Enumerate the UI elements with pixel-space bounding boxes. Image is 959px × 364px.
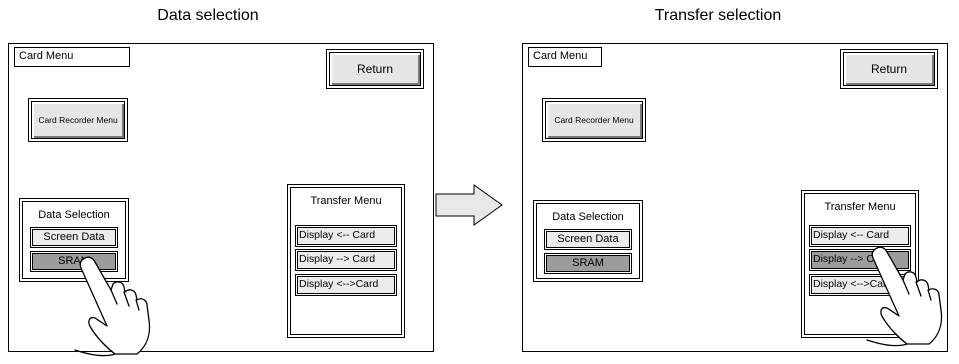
display-exchange-card-button[interactable]: Display <-->Card [295,274,397,296]
sram-button[interactable]: SRAM [30,251,118,272]
card-menu-title: Card Menu [14,47,130,67]
left-screen: Card Menu Return Card Recorder Menu Data… [8,43,434,357]
data-selection-title: Data Selection [38,209,110,221]
card-menu-title: Card Menu [528,47,602,67]
return-button[interactable]: Return [326,49,424,89]
display-from-card-button[interactable]: Display <-- Card [809,225,911,247]
sram-button[interactable]: SRAM [544,253,632,274]
right-arrow-icon [435,184,503,226]
screen-data-button[interactable]: Screen Data [30,227,118,248]
display-to-card-button[interactable]: Display --> Card [295,249,397,271]
transfer-menu-panel: Transfer Menu Display <-- Card Display -… [287,184,405,338]
screen-data-button[interactable]: Screen Data [544,229,632,250]
card-recorder-menu-button[interactable]: Card Recorder Menu [28,98,128,142]
data-selection-title: Data Selection [552,211,624,223]
right-screen: Card Menu Return Card Recorder Menu Data… [522,43,948,352]
caption-transfer-selection: Transfer selection [654,7,782,24]
display-to-card-button[interactable]: Display --> Card [809,249,911,271]
transfer-menu-title: Transfer Menu [824,201,896,213]
display-exchange-card-button[interactable]: Display <-->Card [809,274,911,296]
transfer-menu-panel: Transfer Menu Display <-- Card Display -… [801,190,919,338]
data-selection-panel: Data Selection Screen Data SRAM [19,198,129,282]
display-from-card-button[interactable]: Display <-- Card [295,225,397,247]
card-recorder-menu-button[interactable]: Card Recorder Menu [542,98,646,142]
caption-data-selection: Data selection [157,7,259,24]
transfer-menu-title: Transfer Menu [310,195,382,207]
return-button[interactable]: Return [840,49,938,89]
data-selection-panel: Data Selection Screen Data SRAM [533,200,643,282]
